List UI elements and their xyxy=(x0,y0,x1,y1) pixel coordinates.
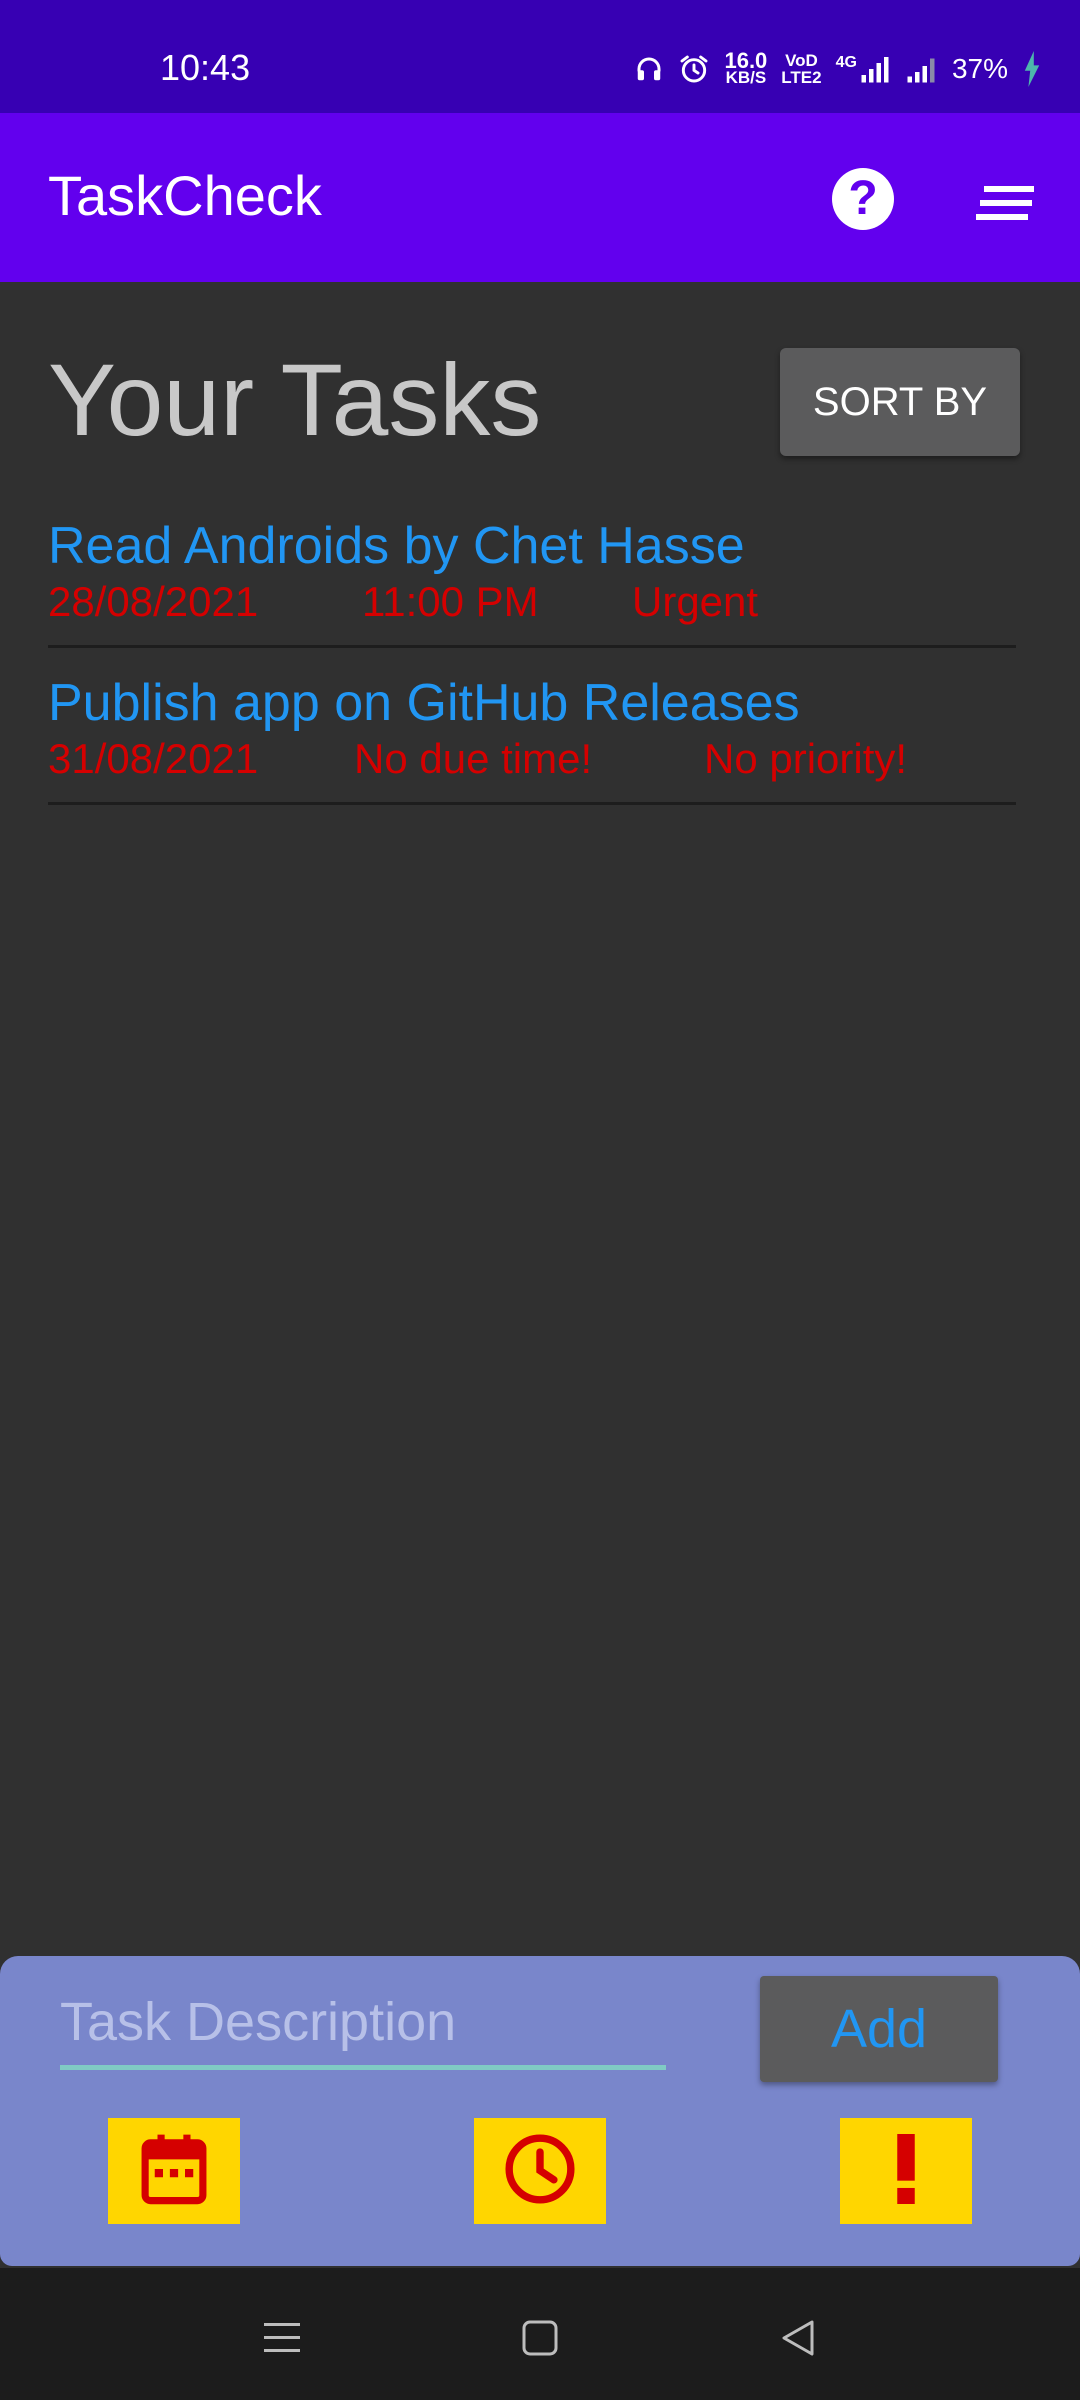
task-meta: 28/08/2021 11:00 PM Urgent xyxy=(48,578,1016,628)
task-date: 31/08/2021 xyxy=(48,735,259,782)
add-button[interactable]: Add xyxy=(760,1976,998,2082)
priority-button[interactable] xyxy=(840,2118,972,2224)
battery-level: 37% xyxy=(951,53,1008,84)
status-icons: 16.0 KB/S VoD LTE2 4G 37% xyxy=(634,44,1042,94)
status-time: 10:43 xyxy=(160,47,251,88)
task-title: Publish app on GitHub Releases xyxy=(48,674,800,732)
recent-apps-icon[interactable] xyxy=(252,2308,312,2368)
clock-icon xyxy=(503,2132,577,2211)
list-item[interactable]: Read Androids by Chet Hasse 28/08/2021 1… xyxy=(48,514,1016,648)
page-title: Your Tasks xyxy=(48,343,542,457)
time-picker-button[interactable] xyxy=(474,2118,606,2224)
system-nav-bar xyxy=(0,2268,1080,2400)
signal-icon xyxy=(904,54,938,84)
exclamation-icon xyxy=(894,2133,918,2209)
task-priority: No priority! xyxy=(704,735,908,782)
help-icon[interactable]: ? xyxy=(832,168,894,230)
task-meta: 31/08/2021 No due time! No priority! xyxy=(48,735,1016,785)
help-label: ? xyxy=(848,172,878,225)
sort-menu-icon[interactable] xyxy=(976,183,1036,223)
task-time: 11:00 PM xyxy=(362,578,539,625)
app-bar: TaskCheck xyxy=(0,113,1080,282)
back-icon[interactable] xyxy=(768,2308,828,2368)
network-type: 4G xyxy=(835,54,857,71)
volte-bottom: LTE2 xyxy=(781,68,822,87)
alarm-icon xyxy=(678,53,710,85)
signal-4g-icon: 4G xyxy=(836,54,890,84)
task-time: No due time! xyxy=(354,735,593,782)
date-picker-button[interactable] xyxy=(108,2118,240,2224)
task-description-input[interactable] xyxy=(60,1978,666,2070)
sort-by-button[interactable]: SORT BY xyxy=(780,348,1020,456)
task-date: 28/08/2021 xyxy=(48,578,259,625)
calendar-icon xyxy=(141,2133,207,2210)
volte-top: VoD xyxy=(785,51,818,70)
net-speed-value: 16.0 xyxy=(724,48,768,73)
add-task-panel: Add xyxy=(0,1956,1080,2266)
app-title: TaskCheck xyxy=(48,164,322,227)
volte-indicator: VoD LTE2 xyxy=(781,52,821,86)
list-item[interactable]: Publish app on GitHub Releases 31/08/202… xyxy=(48,671,1016,805)
net-speed: 16.0 KB/S xyxy=(724,48,768,87)
charging-icon xyxy=(1022,51,1042,87)
status-bar: 10:43 16.0 KB/S VoD LTE2 4G 37% xyxy=(0,0,1080,113)
task-priority: Urgent xyxy=(632,578,759,625)
home-icon[interactable] xyxy=(510,2308,570,2368)
net-speed-unit: KB/S xyxy=(725,68,767,87)
task-title: Read Androids by Chet Hasse xyxy=(48,517,745,575)
headphones-icon xyxy=(634,54,664,84)
